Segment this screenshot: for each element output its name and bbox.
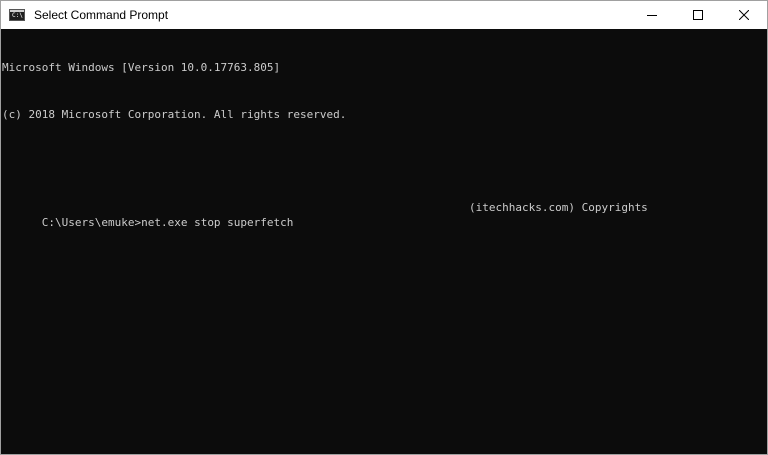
console-output[interactable]: Microsoft Windows [Version 10.0.17763.80… (1, 29, 767, 454)
window-controls (629, 1, 767, 29)
console-line: Microsoft Windows [Version 10.0.17763.80… (2, 61, 281, 74)
maximize-icon (693, 10, 703, 20)
console-line: (c) 2018 Microsoft Corporation. All righ… (2, 107, 347, 121)
command-prompt-window: C:\ Select Command Prompt Microsoft Wind… (0, 0, 768, 455)
title-bar[interactable]: C:\ Select Command Prompt (1, 1, 767, 29)
close-icon (739, 10, 749, 20)
command-prompt-text: C:\Users\emuke>net.exe stop superfetch (41, 216, 294, 229)
minimize-icon (647, 15, 657, 16)
maximize-button[interactable] (675, 1, 721, 29)
watermark-text: (itechhacks.com) Copyrights (469, 200, 648, 214)
window-title: Select Command Prompt (34, 8, 169, 22)
minimize-button[interactable] (629, 1, 675, 29)
close-button[interactable] (721, 1, 767, 29)
cmd-icon[interactable]: C:\ (9, 9, 25, 21)
console-command-line: C:\Users\emuke>net.exe stop superfetch (… (2, 200, 767, 230)
